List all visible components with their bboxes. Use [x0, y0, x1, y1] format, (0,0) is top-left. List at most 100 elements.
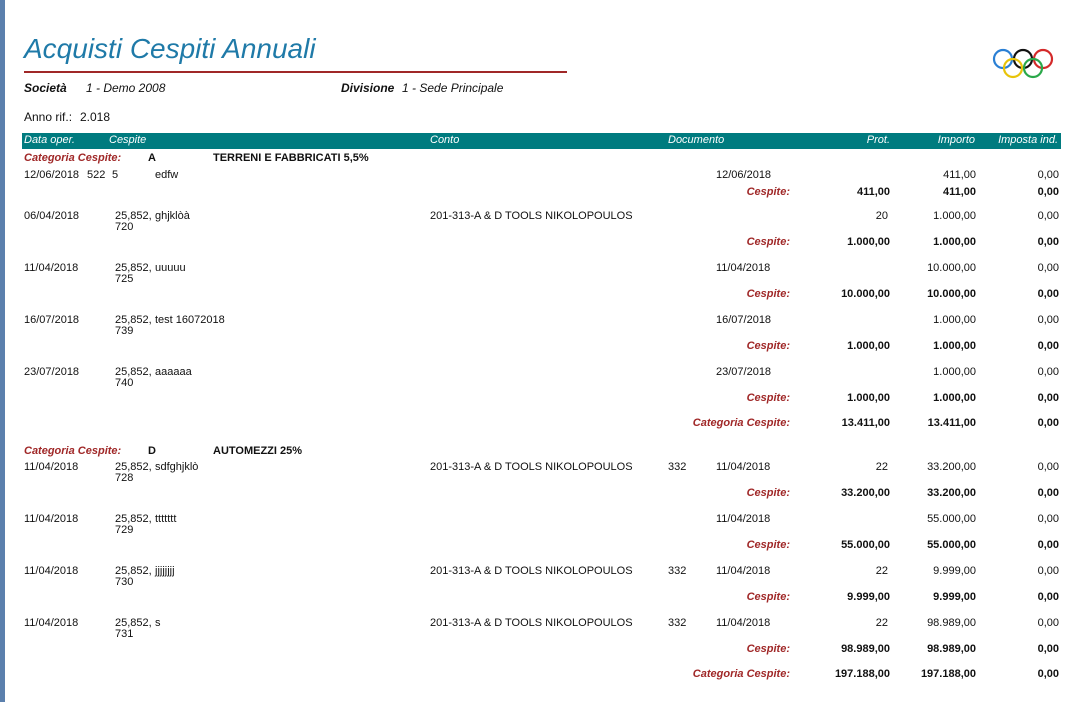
- col-prot: Prot.: [866, 134, 890, 146]
- report-title: Acquisti Cespiti Annuali: [24, 33, 316, 64]
- row-importo: 411,00: [943, 169, 976, 181]
- row-imposta: 0,00: [1037, 210, 1059, 222]
- cespite-total-importo: 1.000,00: [933, 236, 976, 248]
- divisione-value: 1 - Sede Principale: [402, 81, 504, 95]
- category-total-imposta: 0,00: [1037, 668, 1059, 680]
- cespite-total-prot: 33.200,00: [841, 487, 890, 499]
- cespite-total-prot: 1.000,00: [847, 340, 890, 352]
- row-imposta: 0,00: [1037, 366, 1059, 378]
- row-name: aaaaaa: [155, 366, 192, 378]
- category-code: D: [148, 445, 156, 457]
- col-cespite: Cespite: [109, 134, 147, 146]
- row-name: edfw: [155, 169, 179, 181]
- row-code2: 740: [115, 377, 134, 389]
- row-date: 23/07/2018: [24, 366, 80, 378]
- row-imposta: 0,00: [1037, 169, 1059, 181]
- divisione-label: Divisione: [341, 81, 395, 95]
- row-doc-num: 332: [668, 617, 687, 629]
- cespite-total-imposta: 0,00: [1037, 186, 1059, 198]
- cespite-total-imposta: 0,00: [1037, 392, 1059, 404]
- cespite-total-importo: 411,00: [942, 186, 976, 198]
- row-imposta: 0,00: [1037, 513, 1059, 525]
- row-importo: 10.000,00: [927, 262, 976, 274]
- row-conto: 201-313-A & D TOOLS NIKOLOPOULOS: [430, 617, 633, 629]
- cespite-total-prot: 411,00: [856, 186, 890, 198]
- cespite-total-prot: 1.000,00: [847, 236, 890, 248]
- row-prot: 22: [875, 565, 888, 577]
- row-doc-date: 11/04/2018: [716, 565, 771, 577]
- row-doc-date: 23/07/2018: [716, 366, 772, 378]
- row-doc-date: 11/04/2018: [716, 513, 771, 525]
- cespite-total-imposta: 0,00: [1037, 288, 1059, 300]
- row-prot: 22: [875, 617, 888, 629]
- societa-value: 1 - Demo 2008: [86, 81, 166, 95]
- cespite-total-prot: 98.989,00: [841, 643, 890, 655]
- row-importo: 98.989,00: [927, 617, 976, 629]
- category-code: A: [148, 152, 156, 164]
- col-importo: Importo: [937, 134, 975, 146]
- row-importo: 55.000,00: [927, 513, 976, 525]
- category-description: AUTOMEZZI 25%: [213, 445, 303, 457]
- row-imposta: 0,00: [1037, 262, 1059, 274]
- row-date: 06/04/2018: [24, 210, 80, 222]
- row-name: jjjjjjjj: [155, 565, 175, 577]
- row-importo: 1.000,00: [933, 314, 976, 326]
- row-importo: 33.200,00: [927, 461, 976, 473]
- row-code2: 739: [115, 325, 134, 337]
- row-importo: 1.000,00: [933, 210, 976, 222]
- cespite-total-label: Cespite:: [746, 186, 790, 198]
- societa-label: Società: [24, 81, 67, 95]
- cespite-total-prot: 1.000,00: [847, 392, 890, 404]
- cespite-total-label: Cespite:: [746, 539, 790, 551]
- category-total-label: Categoria Cespite:: [692, 668, 790, 680]
- row-prot: 20: [875, 210, 888, 222]
- olympic-rings-icon: [992, 48, 1054, 79]
- row-name: test 16072018: [155, 314, 225, 326]
- cespite-total-importo: 10.000,00: [927, 288, 976, 300]
- cespite-total-importo: 1.000,00: [933, 340, 976, 352]
- cespite-total-imposta: 0,00: [1037, 340, 1059, 352]
- category-total-prot: 197.188,00: [834, 668, 890, 680]
- row-code2: 5: [112, 169, 119, 181]
- cespite-total-prot: 10.000,00: [841, 288, 890, 300]
- row-conto: 201-313-A & D TOOLS NIKOLOPOULOS: [430, 461, 633, 473]
- row-doc-date: 11/04/2018: [716, 461, 771, 473]
- cespite-total-label: Cespite:: [746, 340, 790, 352]
- row-doc-date: 12/06/2018: [716, 169, 772, 181]
- row-date: 11/04/2018: [24, 513, 79, 525]
- cespite-total-label: Cespite:: [746, 591, 790, 603]
- category-label: Categoria Cespite:: [24, 152, 122, 164]
- row-importo: 9.999,00: [933, 565, 976, 577]
- table-header: Data oper. Cespite Conto Documento Prot.…: [22, 133, 1061, 149]
- category-total-prot: 13.411,00: [841, 417, 890, 429]
- row-date: 11/04/2018: [24, 565, 79, 577]
- row-date: 11/04/2018: [24, 461, 79, 473]
- row-code2: 730: [115, 576, 134, 588]
- row-code2: 729: [115, 524, 134, 536]
- row-conto: 201-313-A & D TOOLS NIKOLOPOULOS: [430, 210, 633, 222]
- cespite-total-label: Cespite:: [746, 236, 790, 248]
- cespite-total-imposta: 0,00: [1037, 236, 1059, 248]
- row-importo: 1.000,00: [933, 366, 976, 378]
- cespite-total-imposta: 0,00: [1037, 487, 1059, 499]
- row-date: 11/04/2018: [24, 617, 79, 629]
- col-conto: Conto: [430, 134, 460, 146]
- row-code2: 725: [115, 273, 134, 285]
- row-name: uuuuu: [155, 262, 186, 274]
- row-name: sdfghjklò: [155, 461, 199, 473]
- row-doc-date: 16/07/2018: [716, 314, 772, 326]
- anno-label: Anno rif.:: [24, 110, 73, 124]
- title-underline: [24, 71, 567, 73]
- cespite-total-imposta: 0,00: [1037, 643, 1059, 655]
- category-description: TERRENI E FABBRICATI 5,5%: [213, 152, 369, 164]
- cespite-total-importo: 1.000,00: [933, 392, 976, 404]
- col-data-oper: Data oper.: [24, 134, 75, 146]
- col-imposta-ind: Imposta ind.: [998, 134, 1058, 146]
- row-date: 16/07/2018: [24, 314, 80, 326]
- category-total-imposta: 0,00: [1037, 417, 1059, 429]
- cespite-total-importo: 9.999,00: [933, 591, 976, 603]
- cespite-total-importo: 55.000,00: [927, 539, 976, 551]
- cespite-total-label: Cespite:: [746, 392, 790, 404]
- row-code2: 728: [115, 472, 134, 484]
- row-date: 11/04/2018: [24, 262, 79, 274]
